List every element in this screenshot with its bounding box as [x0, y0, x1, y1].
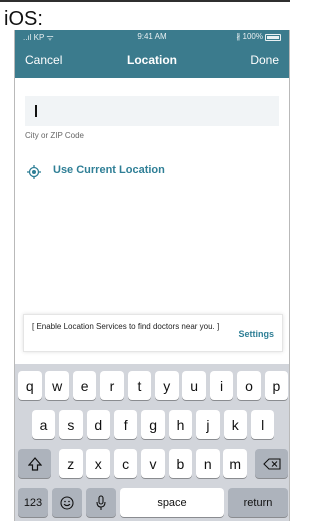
key-n-label: n	[203, 455, 212, 472]
use-current-location-label: Use Current Location	[53, 164, 165, 176]
location-input-label: City or ZIP Code	[25, 131, 84, 140]
key-v-label: v	[149, 455, 157, 472]
return-key-label: return	[243, 496, 273, 509]
battery-icon	[265, 34, 281, 41]
emoji-icon	[60, 495, 74, 510]
key-b-label: b	[176, 455, 185, 472]
key-j-label: j	[206, 416, 210, 433]
shift-icon	[27, 456, 42, 471]
microphone-key[interactable]	[86, 488, 116, 517]
key-h-label: h	[176, 416, 185, 433]
battery-text: ∦ 100%	[236, 32, 263, 41]
caption-bar: iOS:	[0, 0, 290, 30]
caption-text: iOS:	[4, 8, 43, 30]
location-services-toast: [ Enable Location Services to find docto…	[23, 314, 283, 352]
key-g-label: g	[149, 416, 157, 433]
key-t-label: t	[137, 377, 142, 394]
shift-key[interactable]	[18, 449, 51, 478]
emoji-key[interactable]	[52, 488, 82, 517]
key-y[interactable]: y	[155, 371, 179, 400]
settings-link[interactable]: Settings	[238, 329, 274, 339]
navigation-bar: ..ıl KP ᯤ 9:41 AM ∦ 100% Cancel Location…	[15, 30, 289, 78]
key-u[interactable]: u	[182, 371, 206, 400]
key-e-label: e	[80, 377, 89, 394]
key-w-label: w	[52, 377, 63, 394]
key-r[interactable]: r	[100, 371, 124, 400]
backspace-key[interactable]	[255, 449, 288, 478]
key-a-label: a	[39, 416, 48, 433]
key-z-label: z	[67, 455, 75, 472]
key-z[interactable]: z	[59, 449, 83, 478]
key-a[interactable]: a	[31, 410, 56, 439]
key-q-label: q	[25, 377, 34, 394]
backspace-icon	[262, 457, 281, 470]
key-f-label: f	[123, 416, 128, 433]
key-s-label: s	[67, 416, 75, 433]
key-u-label: u	[190, 377, 199, 394]
key-m-label: m	[229, 455, 242, 472]
key-l-label: l	[261, 416, 265, 433]
key-o[interactable]: o	[237, 371, 261, 400]
key-i-label: i	[220, 377, 224, 394]
key-v[interactable]: v	[141, 449, 165, 478]
status-bar: ..ıl KP ᯤ 9:41 AM ∦ 100%	[15, 32, 289, 44]
key-c[interactable]: c	[113, 449, 138, 478]
key-h[interactable]: h	[168, 410, 193, 439]
key-w[interactable]: w	[45, 371, 69, 400]
return-key[interactable]: return	[228, 488, 288, 517]
numbers-key-label: 123	[23, 496, 43, 509]
key-d-label: d	[94, 416, 103, 433]
key-c-label: c	[122, 455, 130, 472]
key-q[interactable]: q	[18, 371, 42, 400]
text-cursor	[35, 105, 37, 117]
phone-screen: ..ıl KP ᯤ 9:41 AM ∦ 100% Cancel Location…	[14, 30, 290, 521]
done-button[interactable]: Done	[250, 53, 279, 67]
key-k[interactable]: k	[223, 410, 248, 439]
microphone-icon	[96, 494, 106, 510]
space-key-label: space	[157, 496, 187, 509]
page-title: Location	[127, 53, 177, 67]
key-y-label: y	[163, 377, 171, 394]
key-d[interactable]: d	[86, 410, 111, 439]
key-m[interactable]: m	[223, 449, 247, 478]
key-b[interactable]: b	[168, 449, 193, 478]
key-n[interactable]: n	[196, 449, 220, 478]
key-o-label: o	[245, 377, 253, 394]
key-f[interactable]: f	[113, 410, 138, 439]
toast-message: [ Enable Location Services to find docto…	[32, 322, 220, 331]
use-current-location-button[interactable]: Use Current Location	[27, 163, 197, 181]
key-p-label: p	[272, 377, 281, 394]
key-r-label: r	[109, 377, 115, 394]
key-s[interactable]: s	[59, 410, 83, 439]
space-key[interactable]: space	[120, 488, 224, 517]
key-x[interactable]: x	[86, 449, 110, 478]
key-l[interactable]: l	[250, 410, 275, 439]
location-input[interactable]	[25, 96, 279, 126]
key-e[interactable]: e	[72, 371, 97, 400]
numbers-key[interactable]: 123	[18, 488, 48, 517]
keyboard: q w e r t y u i o p a s d f g h j k l z x c v b n m 123 space return	[15, 364, 289, 521]
location-target-icon	[27, 165, 41, 179]
key-x-label: x	[94, 455, 102, 472]
key-i[interactable]: i	[209, 371, 234, 400]
key-j[interactable]: j	[196, 410, 220, 439]
key-k-label: k	[231, 416, 239, 433]
key-t[interactable]: t	[127, 371, 152, 400]
battery-level	[267, 36, 279, 39]
key-p[interactable]: p	[264, 371, 289, 400]
key-g[interactable]: g	[141, 410, 165, 439]
